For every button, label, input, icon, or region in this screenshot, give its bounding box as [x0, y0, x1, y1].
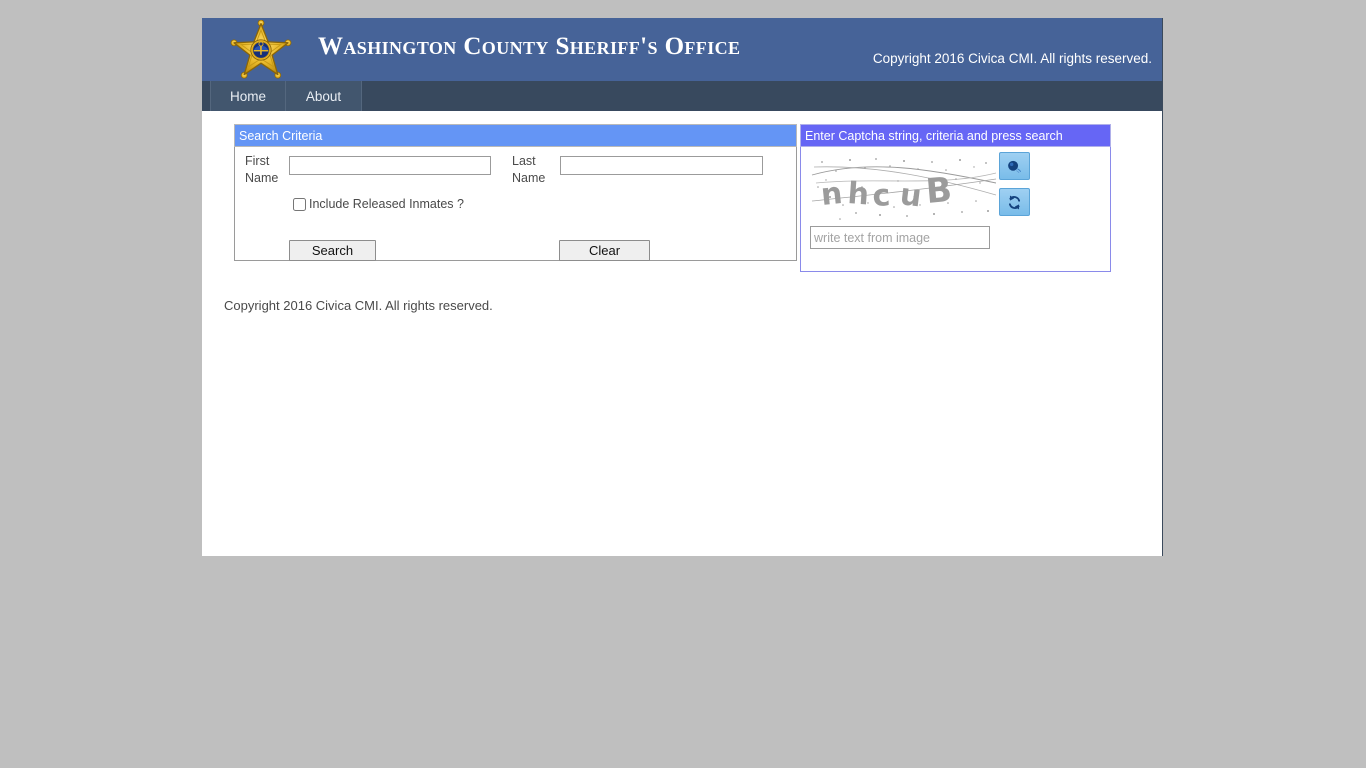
captcha-panel-header: Enter Captcha string, criteria and press…: [800, 124, 1111, 147]
include-released-row: Include Released Inmates ?: [293, 197, 464, 211]
svg-text:u: u: [898, 177, 923, 214]
svg-text:n: n: [819, 176, 844, 213]
clear-button[interactable]: Clear: [559, 240, 650, 261]
captcha-text-input[interactable]: [810, 226, 990, 249]
content-area: Search Criteria First Name Last Name Inc…: [202, 111, 1162, 556]
captcha-panel-body: n h c u B: [800, 147, 1111, 272]
nav-item-home[interactable]: Home: [210, 81, 286, 111]
nav-item-home-label: Home: [229, 88, 266, 104]
footer-copyright: Copyright 2016 Civica CMI. All rights re…: [224, 298, 493, 313]
last-name-label: Last Name: [512, 154, 546, 185]
page-title: Washington County Sheriff's Office: [318, 33, 741, 60]
search-criteria-body: First Name Last Name Include Released In…: [234, 147, 797, 261]
include-released-label: Include Released Inmates ?: [309, 197, 464, 211]
svg-text:c: c: [872, 178, 892, 214]
search-button[interactable]: Search: [289, 240, 376, 261]
first-name-input[interactable]: [289, 156, 491, 175]
search-criteria-panel: Search Criteria First Name Last Name Inc…: [234, 124, 797, 261]
refresh-reload-icon: [1008, 195, 1021, 209]
captcha-image: n h c u B: [810, 153, 998, 221]
captcha-panel-header-label: Enter Captcha string, criteria and press…: [805, 128, 1063, 143]
page-container: Washington County Sheriff's Office Copyr…: [202, 18, 1163, 556]
masthead-copyright: Copyright 2016 Civica CMI. All rights re…: [872, 51, 1152, 66]
include-released-checkbox[interactable]: [293, 197, 306, 211]
captcha-audio-button[interactable]: [999, 152, 1030, 180]
speaker-audio-icon: [1008, 160, 1022, 173]
search-criteria-header: Search Criteria: [234, 124, 797, 147]
main-navbar: Home About: [202, 81, 1162, 111]
svg-text:B: B: [924, 170, 953, 212]
captcha-refresh-button[interactable]: [999, 188, 1030, 216]
search-criteria-header-label: Search Criteria: [239, 128, 323, 143]
nav-item-about[interactable]: About: [286, 81, 362, 111]
captcha-panel: Enter Captcha string, criteria and press…: [800, 124, 1111, 272]
svg-text:h: h: [846, 176, 870, 212]
first-name-label: First Name: [245, 154, 279, 185]
sheriff-star-badge-icon: [230, 20, 292, 79]
nav-item-about-label: About: [305, 88, 342, 104]
nav-list: Home About: [210, 81, 362, 111]
last-name-input[interactable]: [560, 156, 763, 175]
site-masthead: Washington County Sheriff's Office Copyr…: [202, 18, 1162, 81]
